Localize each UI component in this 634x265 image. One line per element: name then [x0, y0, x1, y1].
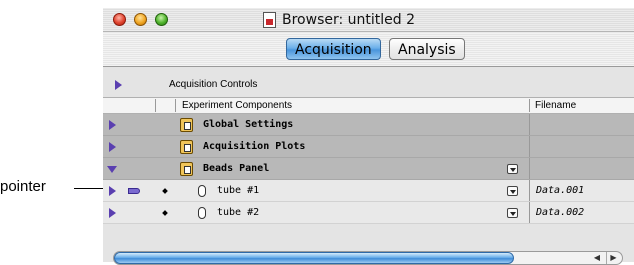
pointer-callout-label: pointer	[0, 178, 46, 195]
column-separator	[529, 202, 530, 223]
zoom-icon[interactable]	[155, 13, 168, 26]
column-separator	[529, 114, 530, 135]
column-header-components[interactable]: Experiment Components	[182, 98, 292, 113]
column-separator	[529, 158, 530, 179]
filename-cell: Data.001	[536, 185, 585, 196]
browser-content: Acquisition Controls Experiment Componen…	[103, 67, 634, 265]
tab-acquisition[interactable]: Acquisition	[286, 38, 381, 60]
table-row[interactable]: Acquisition Plots	[103, 136, 634, 158]
table-row[interactable]: Beads Panel	[103, 158, 634, 180]
scrollbar-thumb[interactable]	[114, 252, 514, 264]
table-row[interactable]: tube #1 Data.001	[103, 180, 634, 202]
close-icon[interactable]	[113, 13, 126, 26]
window-title: Browser: untitled 2	[263, 11, 415, 29]
disclosure-triangle-icon[interactable]	[107, 166, 117, 173]
acquisition-controls-label: Acquisition Controls	[169, 79, 258, 90]
popup-menu-icon[interactable]	[507, 208, 518, 218]
column-header-filename[interactable]: Filename	[535, 98, 576, 113]
popup-menu-icon[interactable]	[507, 164, 518, 174]
disclosure-triangle-icon[interactable]	[109, 186, 116, 196]
tab-bar: Acquisition Analysis	[103, 33, 634, 67]
horizontal-scrollbar[interactable]: ◀ ▶	[113, 251, 623, 265]
group-label: Beads Panel	[203, 163, 270, 174]
table-row[interactable]: Global Settings	[103, 114, 634, 136]
column-separator	[155, 99, 156, 112]
browser-window: Browser: untitled 2 Acquisition Analysis…	[103, 8, 634, 265]
table-row[interactable]: tube #2 Data.002	[103, 202, 634, 224]
folder-icon	[180, 118, 193, 132]
tube-icon	[198, 207, 206, 219]
tube-icon	[198, 185, 206, 197]
acquisition-controls-row[interactable]: Acquisition Controls	[103, 75, 634, 95]
popup-menu-icon[interactable]	[507, 186, 518, 196]
column-separator	[529, 136, 530, 157]
title-bar[interactable]: Browser: untitled 2	[103, 8, 634, 32]
column-separator	[175, 99, 176, 112]
tube-label: tube #2	[217, 207, 260, 218]
group-label: Acquisition Plots	[203, 141, 306, 152]
tab-analysis[interactable]: Analysis	[389, 38, 465, 60]
scroll-right-icon[interactable]: ▶	[606, 252, 620, 264]
pointer-icon[interactable]	[128, 188, 140, 194]
disclosure-triangle-icon[interactable]	[109, 142, 116, 152]
column-separator	[529, 180, 530, 201]
folder-icon	[180, 162, 193, 176]
experiment-table: Experiment Components Filename Global Se…	[103, 97, 634, 224]
table-header: Experiment Components Filename	[103, 97, 634, 114]
minimize-icon[interactable]	[134, 13, 147, 26]
tube-label: tube #1	[217, 185, 260, 196]
bullet-icon	[162, 188, 168, 194]
scroll-left-icon[interactable]: ◀	[590, 252, 604, 264]
document-icon	[263, 12, 276, 28]
disclosure-triangle-icon[interactable]	[109, 208, 116, 218]
column-separator	[529, 99, 530, 112]
disclosure-triangle-icon[interactable]	[115, 80, 122, 90]
window-title-text: Browser: untitled 2	[282, 12, 416, 28]
disclosure-triangle-icon[interactable]	[109, 120, 116, 130]
filename-cell: Data.002	[536, 207, 585, 218]
group-label: Global Settings	[203, 119, 294, 130]
folder-icon	[180, 140, 193, 154]
bullet-icon	[162, 210, 168, 216]
